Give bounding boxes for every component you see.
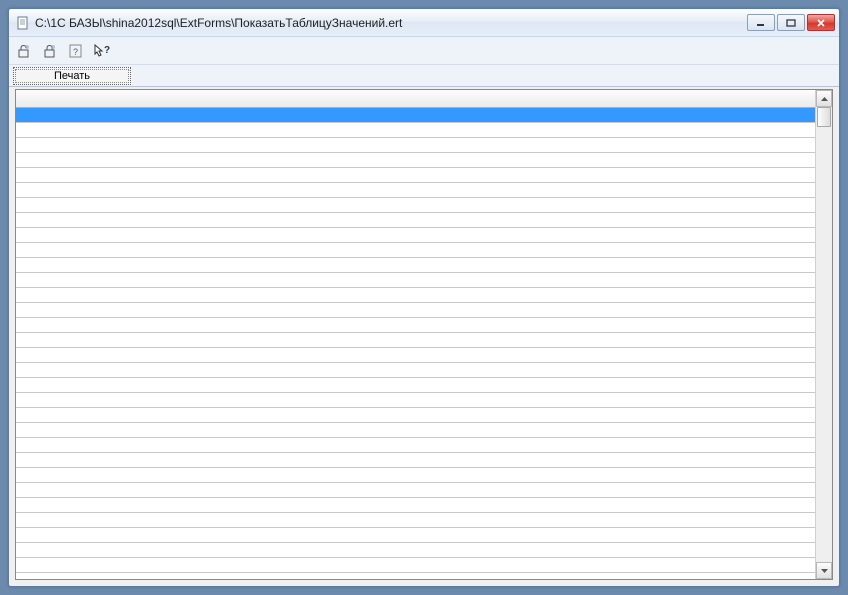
table-row[interactable] <box>16 303 815 318</box>
scroll-track[interactable] <box>816 107 832 562</box>
maximize-button[interactable] <box>777 14 805 31</box>
table-row[interactable] <box>16 168 815 183</box>
table-row[interactable] <box>16 258 815 273</box>
table-row[interactable] <box>16 378 815 393</box>
lock-open-icon[interactable] <box>15 42 33 60</box>
vertical-scrollbar <box>815 90 832 579</box>
help-icon[interactable]: ? <box>67 42 85 60</box>
data-grid <box>15 89 833 580</box>
table-row[interactable] <box>16 183 815 198</box>
table-row[interactable] <box>16 273 815 288</box>
table-row[interactable] <box>16 498 815 513</box>
table-row[interactable] <box>16 243 815 258</box>
svg-text:?: ? <box>73 47 78 57</box>
scroll-up-button[interactable] <box>816 90 832 107</box>
print-button[interactable]: Печать <box>13 67 131 85</box>
toolbar: ? ? <box>9 37 839 65</box>
table-row[interactable] <box>16 528 815 543</box>
scroll-down-button[interactable] <box>816 562 832 579</box>
table-row[interactable] <box>16 318 815 333</box>
table-row[interactable] <box>16 468 815 483</box>
table-row[interactable] <box>16 363 815 378</box>
table-row[interactable] <box>16 228 815 243</box>
lock-closed-icon[interactable] <box>41 42 59 60</box>
table-row[interactable] <box>16 213 815 228</box>
table-row[interactable] <box>16 543 815 558</box>
table-row[interactable] <box>16 423 815 438</box>
pointer-help-icon[interactable]: ? <box>93 42 111 60</box>
table-row[interactable] <box>16 138 815 153</box>
svg-text:?: ? <box>104 45 110 56</box>
window-controls <box>747 14 835 31</box>
titlebar[interactable]: C:\1С БАЗЫ\shina2012sql\ExtForms\Показат… <box>9 9 839 37</box>
close-button[interactable] <box>807 14 835 31</box>
table-row[interactable] <box>16 153 815 168</box>
app-window: C:\1С БАЗЫ\shina2012sql\ExtForms\Показат… <box>8 8 840 587</box>
grid-body[interactable] <box>16 108 815 579</box>
table-row[interactable] <box>16 483 815 498</box>
table-row[interactable] <box>16 123 815 138</box>
table-row[interactable] <box>16 348 815 363</box>
table-row[interactable] <box>16 198 815 213</box>
table-row[interactable] <box>16 408 815 423</box>
document-icon <box>15 15 31 31</box>
table-row[interactable] <box>16 393 815 408</box>
window-title: C:\1С БАЗЫ\shina2012sql\ExtForms\Показат… <box>35 16 747 30</box>
grid-header[interactable] <box>16 90 815 108</box>
table-row[interactable] <box>16 453 815 468</box>
table-row[interactable] <box>16 438 815 453</box>
table-row[interactable] <box>16 108 815 123</box>
button-row: Печать <box>9 65 839 87</box>
grid-content[interactable] <box>16 90 815 579</box>
table-row[interactable] <box>16 288 815 303</box>
scroll-thumb[interactable] <box>817 107 831 127</box>
table-row[interactable] <box>16 333 815 348</box>
minimize-button[interactable] <box>747 14 775 31</box>
table-row[interactable] <box>16 513 815 528</box>
table-row[interactable] <box>16 558 815 573</box>
